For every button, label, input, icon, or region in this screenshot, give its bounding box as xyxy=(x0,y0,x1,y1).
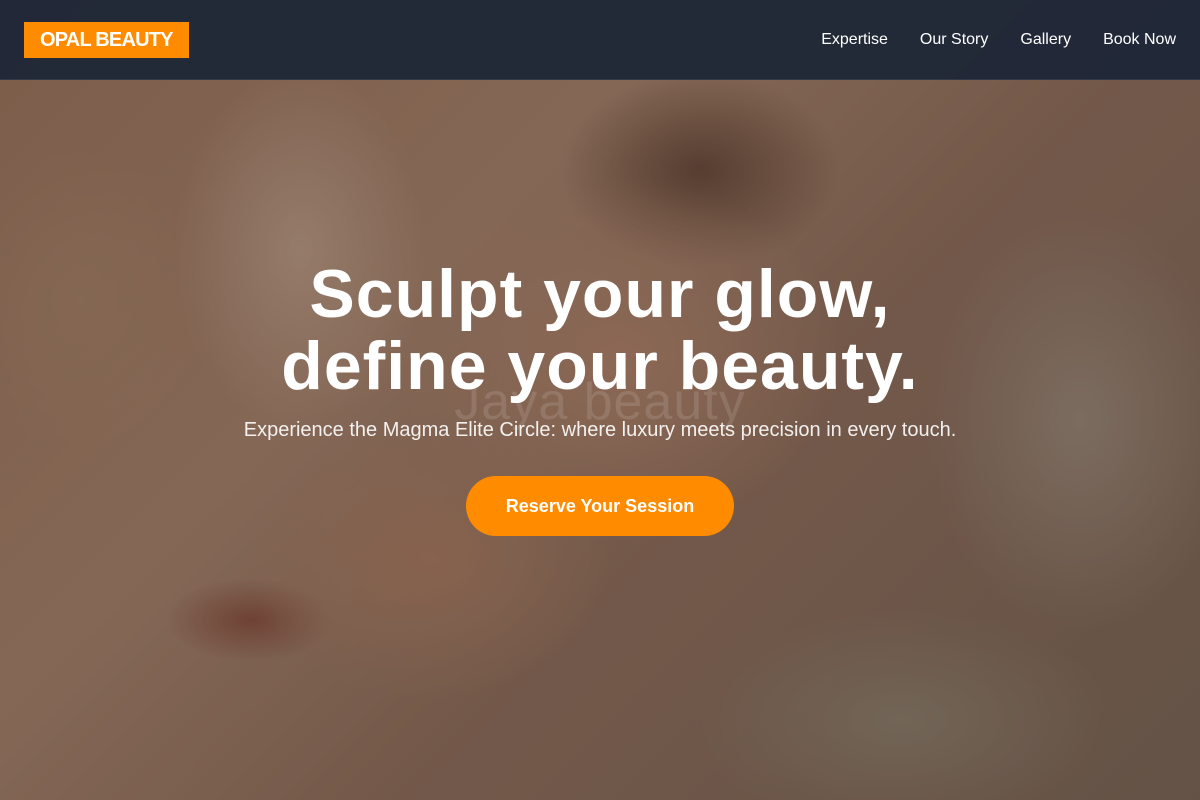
nav-link-book-now[interactable]: Book Now xyxy=(1103,31,1176,49)
nav-link-expertise[interactable]: Expertise xyxy=(821,31,888,49)
hero-headline-line-1: Sculpt your glow, xyxy=(309,256,891,332)
reserve-session-button[interactable]: Reserve Your Session xyxy=(466,476,734,536)
hero-headline-line-2: define your beauty. xyxy=(281,328,919,404)
page: Jaya beauty OPAL BEAUTY Expertise Our St… xyxy=(0,0,1200,800)
hero-content: Sculpt your glow, define your beauty. Ex… xyxy=(0,258,1200,536)
main-nav: Expertise Our Story Gallery Book Now xyxy=(789,0,1176,80)
logo[interactable]: OPAL BEAUTY xyxy=(24,22,189,58)
hero-subtitle: Experience the Magma Elite Circle: where… xyxy=(243,419,957,441)
hero-headline: Sculpt your glow, define your beauty. xyxy=(0,258,1200,402)
nav-link-gallery[interactable]: Gallery xyxy=(1020,31,1071,49)
site-header: OPAL BEAUTY Expertise Our Story Gallery … xyxy=(0,0,1200,80)
nav-link-our-story[interactable]: Our Story xyxy=(920,31,988,49)
